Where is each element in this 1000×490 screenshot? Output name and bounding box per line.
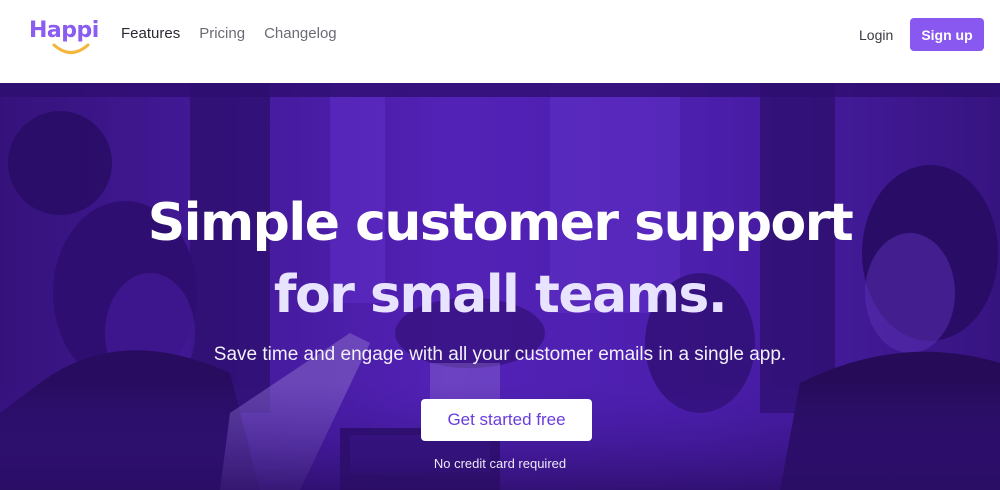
site-header: Happi Features Pricing Changelog Login S…: [0, 0, 1000, 83]
login-link[interactable]: Login: [859, 25, 893, 45]
logo-wordmark: Happi: [29, 18, 99, 43]
signup-button[interactable]: Sign up: [910, 18, 984, 51]
hero-headline: Simple customer support for small teams.: [0, 187, 1000, 331]
nav-link-features[interactable]: Features: [121, 24, 180, 44]
headline-line-2: for small teams.: [273, 265, 728, 325]
happi-logo[interactable]: Happi: [29, 18, 99, 58]
headline-line-1: Simple customer support: [147, 193, 854, 253]
get-started-button[interactable]: Get started free: [421, 399, 592, 441]
smile-icon: [52, 43, 90, 54]
no-credit-card-note: No credit card required: [433, 456, 567, 471]
nav-link-changelog[interactable]: Changelog: [264, 24, 337, 44]
hero-subtitle: Save time and engage with all your custo…: [213, 344, 787, 365]
hero-section: Simple customer support for small teams.…: [0, 83, 1000, 490]
nav-link-pricing[interactable]: Pricing: [199, 24, 245, 44]
main-nav: Features Pricing Changelog: [121, 24, 356, 44]
